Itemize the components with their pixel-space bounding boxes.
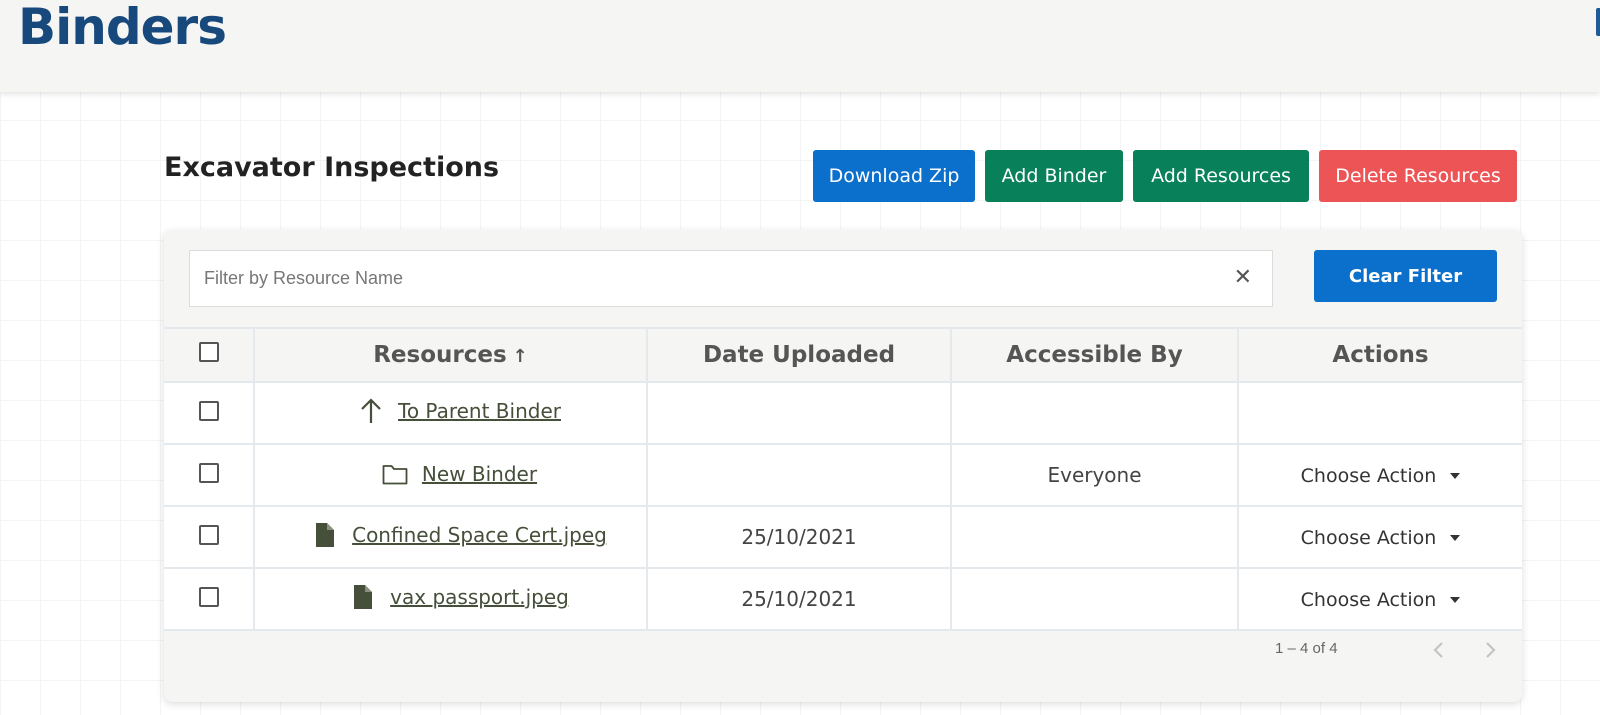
table-header-row: Resources ↑ Date Uploaded Accessible By A… [164, 327, 1522, 383]
date-cell: 25/10/2021 [646, 567, 952, 631]
caret-down-icon [1450, 473, 1461, 479]
arrow-up-icon [358, 397, 384, 425]
folder-icon [382, 460, 408, 488]
access-cell: Everyone [950, 443, 1239, 507]
close-icon[interactable]: ✕ [1234, 265, 1252, 290]
row-checkbox[interactable] [198, 462, 219, 483]
filter-input[interactable] [204, 251, 1204, 306]
actions-cell: Choose Action [1237, 567, 1522, 631]
date-cell [646, 443, 952, 507]
sort-ascending-icon: ↑ [512, 346, 528, 367]
row-select-cell [164, 443, 255, 507]
access-cell [950, 567, 1239, 631]
choose-action-label: Choose Action [1300, 465, 1437, 487]
resource-name-cell: New Binder [253, 443, 648, 507]
table-row: vax passport.jpeg 25/10/2021 Choose Acti… [164, 567, 1522, 631]
row-checkbox[interactable] [198, 524, 219, 545]
parent-binder-link[interactable]: To Parent Binder [398, 399, 561, 423]
actions-cell [1237, 381, 1522, 445]
resource-name-cell: To Parent Binder [253, 381, 648, 445]
clear-filter-button[interactable]: Clear Filter [1314, 250, 1497, 302]
file-icon [350, 583, 376, 611]
select-all-header [164, 327, 255, 383]
caret-down-icon [1450, 597, 1461, 603]
access-cell [950, 505, 1239, 569]
pagination-range: 1 – 4 of 4 [1275, 640, 1338, 657]
add-resources-button[interactable]: Add Resources [1133, 150, 1309, 202]
next-page-button[interactable] [1478, 638, 1502, 662]
column-header-accessible-by[interactable]: Accessible By [950, 327, 1239, 383]
filter-box: ✕ [189, 250, 1273, 307]
app-header: Binders [0, 0, 1600, 92]
choose-action-dropdown[interactable]: Choose Action [1301, 527, 1461, 549]
chevron-right-icon [1486, 642, 1496, 658]
date-cell: 25/10/2021 [646, 505, 952, 569]
choose-action-dropdown[interactable]: Choose Action [1301, 465, 1461, 487]
select-all-checkbox[interactable] [198, 342, 219, 362]
header-edge-accent [1596, 8, 1600, 36]
download-zip-button[interactable]: Download Zip [813, 150, 975, 202]
table-row: Confined Space Cert.jpeg 25/10/2021 Choo… [164, 505, 1522, 569]
resource-link[interactable]: vax passport.jpeg [390, 585, 569, 609]
column-header-actions: Actions [1237, 327, 1522, 383]
row-checkbox[interactable] [198, 586, 219, 607]
row-checkbox[interactable] [198, 400, 219, 421]
row-select-cell [164, 381, 255, 445]
column-label-resources: Resources [373, 342, 507, 368]
column-header-resources[interactable]: Resources ↑ [253, 327, 648, 383]
row-select-cell [164, 567, 255, 631]
delete-resources-button[interactable]: Delete Resources [1319, 150, 1517, 202]
table-row: To Parent Binder [164, 381, 1522, 445]
chevron-left-icon [1433, 642, 1443, 658]
file-icon [312, 521, 338, 549]
binder-title: Excavator Inspections [164, 152, 500, 183]
resource-name-cell: Confined Space Cert.jpeg [253, 505, 648, 569]
previous-page-button[interactable] [1427, 638, 1451, 662]
resource-link[interactable]: Confined Space Cert.jpeg [352, 523, 607, 547]
choose-action-label: Choose Action [1300, 589, 1437, 611]
resource-name-cell: vax passport.jpeg [253, 567, 648, 631]
resources-card: ✕ Clear Filter Resources↑ Date Uploaded … [164, 230, 1522, 702]
caret-down-icon [1450, 535, 1461, 541]
resources-table: Resources ↑ Date Uploaded Accessible By A… [164, 327, 1522, 631]
choose-action-dropdown[interactable]: Choose Action [1301, 589, 1461, 611]
actions-cell: Choose Action [1237, 505, 1522, 569]
date-cell [646, 381, 952, 445]
choose-action-label: Choose Action [1300, 527, 1437, 549]
access-cell [950, 381, 1239, 445]
actions-cell: Choose Action [1237, 443, 1522, 507]
page-title: Binders [18, 0, 227, 56]
column-header-date[interactable]: Date Uploaded [646, 327, 952, 383]
resource-link[interactable]: New Binder [422, 462, 537, 486]
add-binder-button[interactable]: Add Binder [985, 150, 1123, 202]
row-select-cell [164, 505, 255, 569]
table-row: New Binder Everyone Choose Action [164, 443, 1522, 507]
